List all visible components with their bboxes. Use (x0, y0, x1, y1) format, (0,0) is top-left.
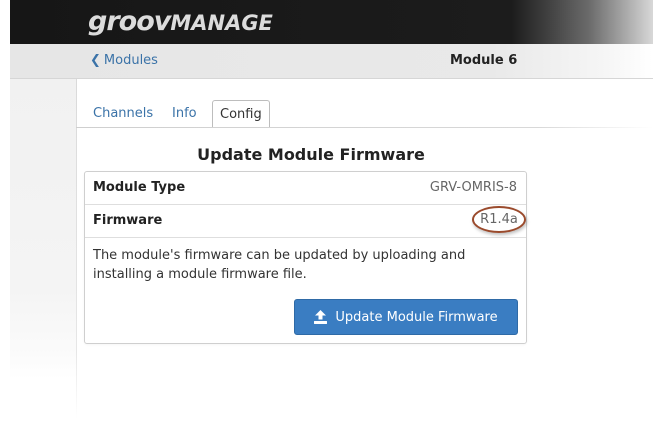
update-module-firmware-button[interactable]: Update Module Firmware (294, 299, 518, 335)
firmware-card: Module Type GRV-OMRIS-8 Firmware R1.4a T… (84, 171, 527, 344)
firmware-label: Firmware (93, 213, 163, 228)
module-type-label: Module Type (93, 180, 186, 195)
navigation-bar: ❮ Modules Module 6 (10, 44, 653, 79)
rail-divider (76, 79, 77, 419)
main-content: Channels Info Config Update Module Firmw… (10, 79, 653, 425)
logo-primary: groov (88, 6, 171, 37)
page-title: Module 6 (450, 53, 518, 68)
back-to-modules-link[interactable]: ❮ Modules (90, 53, 158, 68)
update-button-label: Update Module Firmware (335, 309, 498, 325)
groov-manage-window: groovMANAGE ❮ Modules Module 6 Channels I… (10, 0, 653, 425)
top-bar: groovMANAGE (10, 0, 653, 44)
tab-underline (76, 127, 653, 128)
tab-channels[interactable]: Channels (93, 100, 153, 127)
chevron-left-icon: ❮ (90, 53, 101, 68)
left-rail (10, 79, 76, 379)
logo-secondary: MANAGE (170, 11, 273, 35)
back-link-label: Modules (103, 53, 158, 68)
firmware-value-highlighted: R1.4a (472, 206, 526, 233)
section-title: Update Module Firmware (197, 145, 425, 164)
tab-info[interactable]: Info (172, 100, 197, 127)
firmware-row: Firmware R1.4a (85, 205, 526, 238)
module-type-value: GRV-OMRIS-8 (429, 180, 517, 195)
groov-manage-logo: groovMANAGE (88, 6, 273, 37)
firmware-description: The module's firmware can be updated by … (93, 248, 466, 282)
tab-config[interactable]: Config (212, 100, 270, 128)
module-type-row: Module Type GRV-OMRIS-8 (85, 172, 526, 205)
upload-icon (314, 310, 328, 324)
